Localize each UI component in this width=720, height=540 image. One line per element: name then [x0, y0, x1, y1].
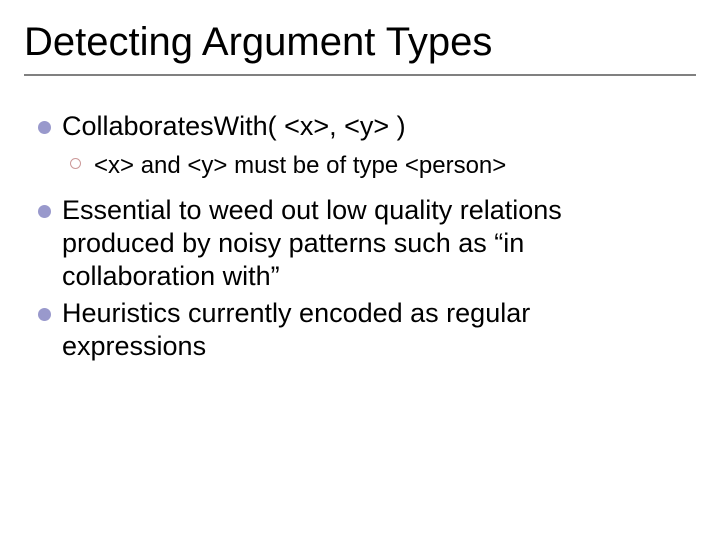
circle-bullet-icon [70, 158, 81, 169]
bullet-text: <x> and <y> must be of type <person> [94, 152, 506, 179]
disc-bullet-icon [38, 121, 51, 134]
bullet-level1: Essential to weed out low quality relati… [38, 194, 680, 293]
disc-bullet-icon [38, 308, 51, 321]
bullet-text: CollaboratesWith( <x>, <y> ) [62, 111, 406, 141]
slide-body: CollaboratesWith( <x>, <y> ) <x> and <y>… [38, 110, 680, 367]
title-underline [24, 74, 696, 76]
bullet-text: Essential to weed out low quality relati… [62, 195, 562, 291]
slide: Detecting Argument Types CollaboratesWit… [0, 0, 720, 540]
slide-title: Detecting Argument Types [24, 20, 492, 65]
disc-bullet-icon [38, 205, 51, 218]
bullet-level2: <x> and <y> must be of type <person> [70, 151, 680, 180]
bullet-text: Heuristics currently encoded as regular … [62, 298, 530, 361]
bullet-level1: CollaboratesWith( <x>, <y> ) [38, 110, 680, 143]
bullet-level1: Heuristics currently encoded as regular … [38, 297, 680, 363]
